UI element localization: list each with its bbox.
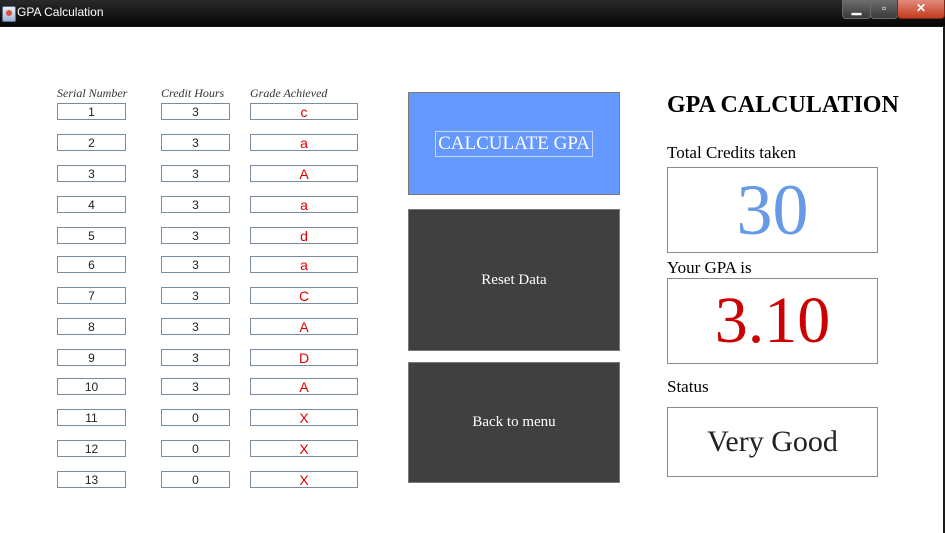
- grade-field[interactable]: X: [250, 440, 358, 457]
- calculate-gpa-button[interactable]: CALCULATE GPA: [408, 92, 620, 195]
- credit-hours-field[interactable]: 3: [161, 378, 230, 395]
- grade-field[interactable]: d: [250, 227, 358, 244]
- calculate-gpa-label: CALCULATE GPA: [435, 130, 593, 157]
- course-row: 9 3 D: [0, 349, 380, 368]
- course-row: 12 0 X: [0, 440, 380, 459]
- credit-hours-field[interactable]: 3: [161, 196, 230, 213]
- grade-field[interactable]: X: [250, 409, 358, 426]
- title-bar: GPA Calculation ▁ ▫ ✕: [0, 0, 945, 27]
- credit-hours-field[interactable]: 3: [161, 287, 230, 304]
- credit-hours-field[interactable]: 3: [161, 134, 230, 151]
- reset-data-button[interactable]: Reset Data: [408, 209, 620, 351]
- serial-number-field[interactable]: 6: [57, 256, 126, 273]
- back-to-menu-button[interactable]: Back to menu: [408, 362, 620, 483]
- credit-hours-field[interactable]: 0: [161, 440, 230, 457]
- credit-hours-header: Credit Hours: [161, 86, 225, 100]
- maximize-button[interactable]: ▫: [870, 0, 898, 19]
- credit-hours-field[interactable]: 0: [161, 471, 230, 488]
- credit-hours-field[interactable]: 3: [161, 349, 230, 366]
- close-button[interactable]: ✕: [897, 0, 945, 19]
- credit-hours-field[interactable]: 3: [161, 103, 230, 120]
- grade-field[interactable]: a: [250, 196, 358, 213]
- minimize-button[interactable]: ▁: [842, 0, 871, 19]
- course-row: 13 0 X: [0, 471, 380, 490]
- grade-field[interactable]: c: [250, 103, 358, 120]
- course-row: 3 3 A: [0, 165, 380, 184]
- course-row: 2 3 a: [0, 134, 380, 153]
- java-app-icon: [2, 6, 16, 22]
- course-row: 10 3 A: [0, 378, 380, 397]
- serial-number-field[interactable]: 4: [57, 196, 126, 213]
- course-row: 1 3 c: [0, 103, 380, 122]
- serial-number-field[interactable]: 2: [57, 134, 126, 151]
- grade-field[interactable]: a: [250, 134, 358, 151]
- course-row: 6 3 a: [0, 256, 380, 275]
- serial-number-field[interactable]: 5: [57, 227, 126, 244]
- grade-field[interactable]: C: [250, 287, 358, 304]
- serial-number-field[interactable]: 1: [57, 103, 126, 120]
- gpa-value: 3.10: [667, 278, 878, 364]
- credit-hours-field[interactable]: 0: [161, 409, 230, 426]
- course-row: 11 0 X: [0, 409, 380, 428]
- course-row: 8 3 A: [0, 318, 380, 337]
- course-row: 5 3 d: [0, 227, 380, 246]
- credit-hours-field[interactable]: 3: [161, 227, 230, 244]
- serial-number-field[interactable]: 9: [57, 349, 126, 366]
- grade-field[interactable]: A: [250, 378, 358, 395]
- course-row: 4 3 a: [0, 196, 380, 215]
- grade-achieved-header: Grade Achieved: [250, 86, 328, 100]
- gpa-label: Your GPA is: [667, 258, 752, 277]
- serial-number-field[interactable]: 13: [57, 471, 126, 488]
- credit-hours-field[interactable]: 3: [161, 165, 230, 182]
- credit-hours-field[interactable]: 3: [161, 256, 230, 273]
- serial-number-field[interactable]: 10: [57, 378, 126, 395]
- total-credits-label: Total Credits taken: [667, 143, 797, 162]
- serial-number-field[interactable]: 11: [57, 409, 126, 426]
- serial-number-field[interactable]: 12: [57, 440, 126, 457]
- grade-field[interactable]: X: [250, 471, 358, 488]
- status-value: Very Good: [667, 407, 878, 477]
- window-title: GPA Calculation: [17, 5, 104, 19]
- status-label: Status: [667, 377, 709, 396]
- serial-number-field[interactable]: 3: [57, 165, 126, 182]
- serial-number-field[interactable]: 7: [57, 287, 126, 304]
- serial-number-header: Serial Number: [57, 86, 128, 100]
- grade-field[interactable]: A: [250, 165, 358, 182]
- serial-number-field[interactable]: 8: [57, 318, 126, 335]
- result-title: GPA CALCULATION: [667, 92, 899, 118]
- credit-hours-field[interactable]: 3: [161, 318, 230, 335]
- course-row: 7 3 C: [0, 287, 380, 306]
- total-credits-value: 30: [667, 167, 878, 253]
- grade-field[interactable]: a: [250, 256, 358, 273]
- grade-field[interactable]: A: [250, 318, 358, 335]
- grade-field[interactable]: D: [250, 349, 358, 366]
